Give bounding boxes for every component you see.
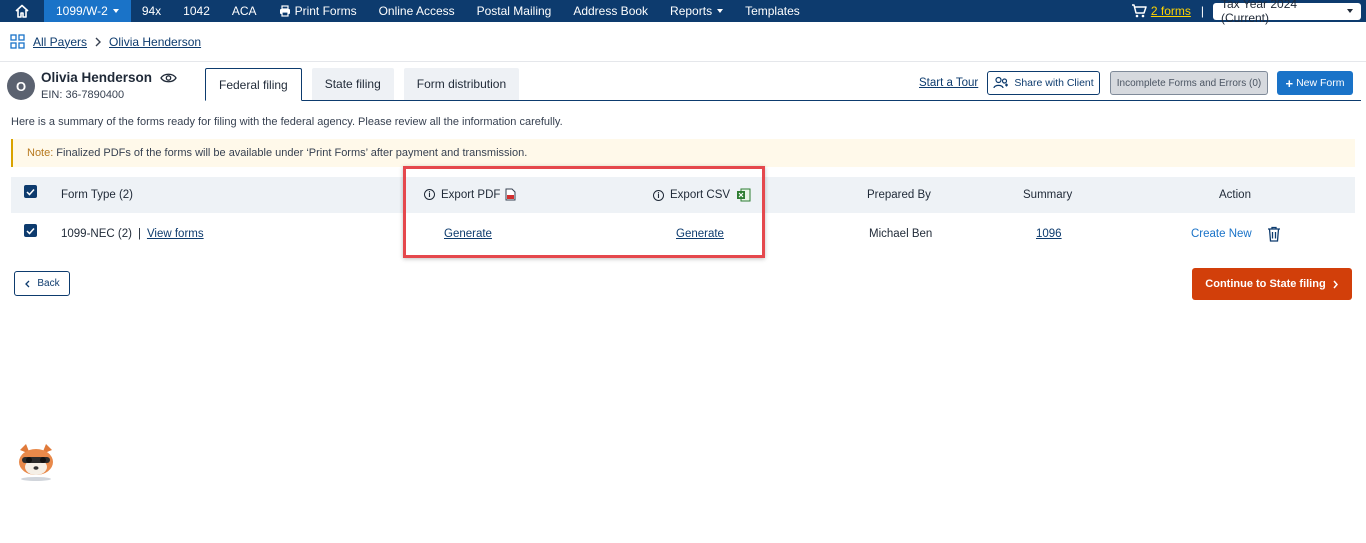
nav-postal-mailing[interactable]: Postal Mailing [466, 0, 563, 22]
chevron-right-icon [1333, 280, 1338, 288]
printer-icon [279, 5, 290, 17]
share-with-client-label: Share with Client [1014, 77, 1094, 89]
avatar: O [7, 72, 35, 100]
breadcrumb: All Payers Olivia Henderson [10, 34, 201, 49]
chevron-down-icon [112, 9, 119, 13]
divider [0, 61, 1366, 62]
plus-icon: + [1285, 75, 1294, 91]
nav-1042[interactable]: 1042 [172, 0, 221, 22]
breadcrumb-payer[interactable]: Olivia Henderson [109, 35, 201, 49]
nav-separator: | [1200, 4, 1204, 18]
chevron-right-icon [95, 37, 102, 46]
continue-label: Continue to State filing [1205, 278, 1326, 290]
tab-state-filing[interactable]: State filing [311, 68, 394, 100]
row-separator: | [137, 228, 141, 240]
continue-state-filing-button[interactable]: Continue to State filing [1192, 268, 1352, 300]
chevron-left-icon [25, 280, 30, 287]
users-share-icon [993, 76, 1009, 89]
table-row: 1099-NEC (2) | View forms [61, 228, 204, 240]
header-form-type: Form Type (2) [61, 189, 133, 201]
export-highlight-box [403, 166, 765, 258]
tab-federal-filing[interactable]: Federal filing [205, 68, 302, 101]
new-form-button[interactable]: + New Form [1277, 71, 1353, 95]
nav-right: 2 forms | Tax Year 2024 (Current) [1131, 0, 1366, 25]
home-icon[interactable] [0, 0, 44, 22]
select-all-checkbox[interactable] [24, 185, 37, 198]
chevron-down-icon [717, 9, 724, 13]
nav-94x[interactable]: 94x [131, 0, 172, 22]
cart-icon[interactable] [1131, 4, 1147, 18]
note-banner: Note: Finalized PDFs of the forms will b… [11, 139, 1355, 167]
top-nav: 1099/W-2 94x 1042 ACA Print Forms Online… [0, 0, 1366, 25]
nav-print-forms-label: Print Forms [294, 4, 357, 18]
eye-icon[interactable] [160, 72, 177, 84]
nav-1099-w2-label: 1099/W-2 [56, 4, 108, 18]
tab-form-distribution[interactable]: Form distribution [403, 68, 520, 100]
header-summary: Summary [1023, 189, 1073, 201]
trash-icon[interactable] [1267, 226, 1281, 242]
row-form-type: 1099-NEC (2) [61, 228, 132, 240]
note-text: Finalized PDFs of the forms will be avai… [56, 147, 528, 159]
payer-name: Olivia Henderson [41, 70, 177, 85]
nav-address-book[interactable]: Address Book [562, 0, 659, 22]
breadcrumb-all-payers[interactable]: All Payers [33, 35, 87, 49]
cart-count-link[interactable]: 2 forms [1151, 4, 1191, 18]
nav-reports[interactable]: Reports [659, 0, 734, 22]
back-label: Back [37, 278, 60, 289]
nav-aca[interactable]: ACA [221, 0, 268, 22]
row-checkbox[interactable] [24, 224, 37, 237]
tax-year-value: Tax Year 2024 (Current) [1221, 0, 1298, 25]
nav-online-access[interactable]: Online Access [368, 0, 466, 22]
grid-icon [10, 34, 25, 49]
payer-ein: EIN: 36-7890400 [41, 89, 125, 101]
nav-reports-label: Reports [670, 4, 713, 18]
create-new-link[interactable]: Create New [1191, 228, 1252, 240]
summary-text: Here is a summary of the forms ready for… [11, 116, 563, 128]
mascot-assistant-icon[interactable] [14, 442, 58, 482]
new-form-label: New Form [1296, 77, 1345, 89]
tax-year-select[interactable]: Tax Year 2024 (Current) [1213, 0, 1361, 25]
check-icon [26, 188, 35, 196]
prepared-by-value: Michael Ben [869, 228, 933, 240]
header-action: Action [1219, 189, 1251, 201]
tab-underline [205, 100, 1361, 101]
nav-print-forms[interactable]: Print Forms [268, 0, 368, 22]
chevron-down-icon [1347, 9, 1353, 13]
view-forms-link[interactable]: View forms [147, 228, 204, 240]
filing-tabs: Federal filing State filing Form distrib… [205, 68, 529, 101]
start-tour-link[interactable]: Start a Tour [919, 77, 978, 89]
incomplete-forms-button[interactable]: Incomplete Forms and Errors (0) [1110, 71, 1268, 95]
share-with-client-button[interactable]: Share with Client [987, 71, 1100, 95]
nav-templates[interactable]: Templates [734, 0, 811, 22]
summary-1096-link[interactable]: 1096 [1036, 228, 1062, 240]
note-label: Note: [27, 147, 54, 159]
check-icon [26, 227, 35, 235]
nav-1099-w2[interactable]: 1099/W-2 [44, 0, 131, 22]
payer-name-text: Olivia Henderson [41, 70, 153, 85]
header-prepared-by: Prepared By [867, 189, 931, 201]
back-button[interactable]: Back [14, 271, 70, 296]
